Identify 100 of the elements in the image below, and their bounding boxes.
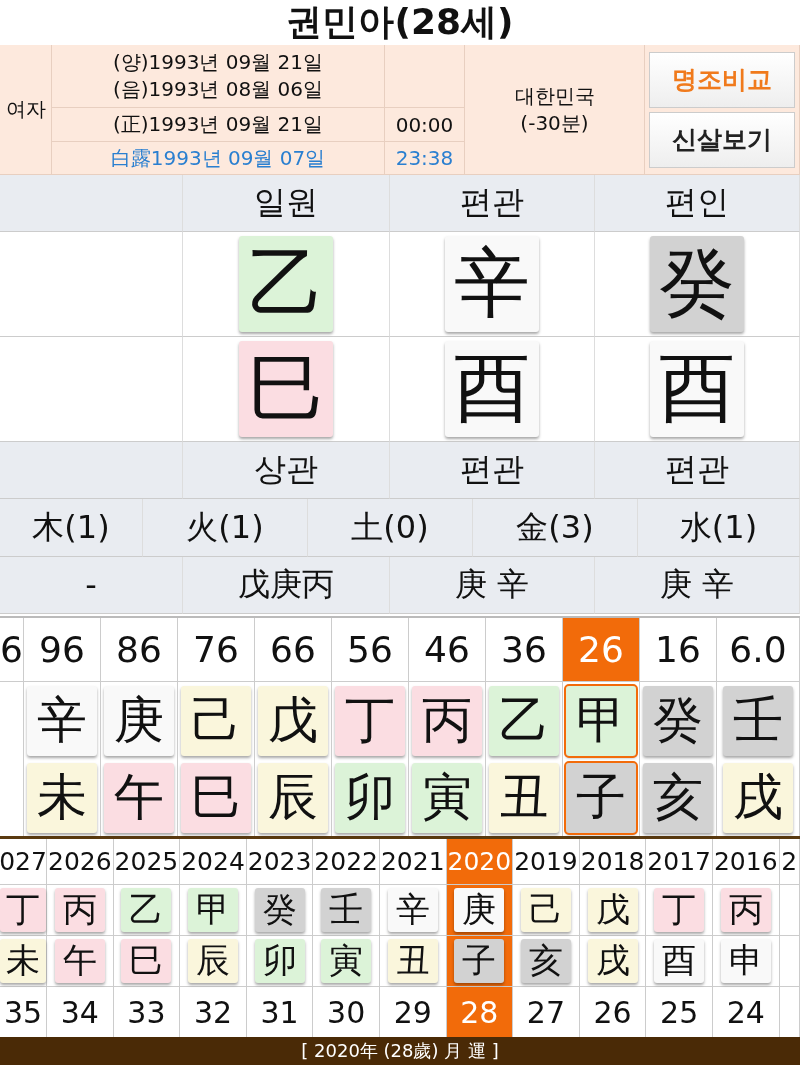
hanja-tile: 子 [454, 939, 505, 983]
year-label[interactable]: 2023 [246, 839, 313, 885]
year-label[interactable]: 2016 [712, 839, 779, 885]
hanja-tile: 申 [720, 939, 771, 983]
element-count: 木(1) [0, 499, 143, 557]
corrected-date: (正)1993년 09월 21일 [52, 108, 385, 142]
hanja-tile: 己 [181, 685, 251, 756]
hanja-tile: 戌 [587, 939, 638, 983]
hidden-stems: 庚 辛 [390, 557, 595, 614]
hanja-tile: 癸 [643, 685, 713, 756]
hanja-tile: 辛 [387, 888, 438, 932]
year-age: 29 [392, 993, 433, 1032]
hanja-tile: 丁 [335, 685, 405, 756]
hanja-tile: 酉 [650, 341, 744, 437]
hanja-tile: 丁 [654, 888, 705, 932]
decade-age[interactable]: 56 [332, 618, 408, 682]
lunar-date: (음)1993년 08월 06일 [112, 76, 324, 103]
year-age: 24 [725, 993, 766, 1032]
hanja-tile: 丙 [720, 888, 771, 932]
hanja-tile: 辰 [188, 939, 238, 983]
element-count: 火(1) [143, 499, 308, 557]
year-label[interactable]: 2 [779, 839, 799, 885]
decade-age[interactable]: 36 [486, 618, 562, 682]
element-count: 土(0) [308, 499, 473, 557]
hanja-tile: 丑 [387, 939, 438, 983]
year-age: 35 [2, 993, 44, 1032]
year-age: 26 [592, 993, 633, 1032]
decade-age[interactable]: 6.0 [717, 618, 799, 682]
hanja-tile: 乙 [239, 236, 333, 332]
month-fortune-bar: [ 2020年 (28歲) 月 運 ] [0, 1037, 800, 1065]
hanja-tile: 酉 [654, 939, 705, 983]
hanja-tile: 丙 [54, 888, 105, 932]
hanja-tile: 乙 [489, 685, 559, 756]
decade-age[interactable]: 66 [255, 618, 331, 682]
hanja-tile: 丑 [489, 762, 559, 833]
year-label[interactable]: 2025 [113, 839, 180, 885]
hanja-tile: 未 [27, 762, 97, 833]
ten-god-label: 편인 [595, 175, 800, 232]
ten-god-label: 상관 [183, 442, 390, 499]
ten-god-label: 편관 [390, 442, 595, 499]
country-text: 대한민국 [514, 82, 595, 110]
hanja-tile: 寅 [321, 939, 372, 983]
hanja-tile: 亥 [643, 762, 713, 833]
hanja-tile: 戌 [723, 762, 793, 833]
decade-age[interactable]: 76 [178, 618, 254, 682]
decade-age[interactable]: 86 [101, 618, 177, 682]
year-age: 30 [326, 993, 367, 1032]
year-age: 33 [126, 993, 167, 1032]
hanja-tile: 甲 [188, 888, 238, 932]
hanja-tile: 卯 [254, 939, 305, 983]
ten-god-label: 편관 [595, 442, 800, 499]
year-label[interactable]: 2017 [646, 839, 712, 885]
hanja-tile: 寅 [412, 762, 482, 833]
hanja-tile: 午 [54, 939, 105, 983]
page-title: 권민아(28세) [285, 0, 515, 44]
hanja-tile: 亥 [520, 939, 571, 983]
hanja-tile: 壬 [723, 685, 793, 756]
hanja-tile: 戊 [258, 685, 328, 756]
hanja-tile: 子 [566, 762, 636, 833]
hanja-tile: 戊 [587, 888, 638, 932]
hanja-tile: 癸 [650, 236, 744, 332]
year-age: 31 [259, 993, 300, 1032]
ten-god-label: 일원 [183, 175, 390, 232]
hidden-stems: 戊庚丙 [183, 557, 390, 614]
year-label[interactable]: 2019 [513, 839, 579, 885]
hanja-tile: 巳 [181, 762, 251, 833]
decade-age[interactable]: 46 [409, 618, 485, 682]
decade-age[interactable]: 6 [0, 618, 23, 682]
hanja-tile: 己 [520, 888, 571, 932]
year-label[interactable]: 2024 [180, 839, 246, 885]
hanja-tile: 未 [0, 939, 46, 983]
year-label[interactable]: 2018 [579, 839, 646, 885]
year-age: 34 [59, 993, 100, 1032]
year-age: 25 [659, 993, 700, 1032]
hanja-tile: 丁 [0, 888, 46, 932]
hanja-tile: 庚 [104, 685, 174, 756]
hanja-tile: 午 [104, 762, 174, 833]
year-age: 27 [525, 993, 567, 1032]
hanja-tile: 丙 [412, 685, 482, 756]
hanja-tile: 壬 [321, 888, 372, 932]
hanja-tile: 辰 [258, 762, 328, 833]
solar-date: (양)1993년 09월 21일 [112, 49, 324, 76]
year-label[interactable]: 2026 [47, 839, 113, 885]
decade-age[interactable]: 96 [24, 618, 100, 682]
decade-age[interactable]: 16 [640, 618, 716, 682]
year-label[interactable]: 027 [0, 839, 46, 885]
year-label[interactable]: 2021 [379, 839, 446, 885]
hanja-tile: 辛 [445, 236, 539, 332]
action-button[interactable]: 신살보기 [649, 111, 795, 168]
element-count: 金(3) [473, 499, 638, 557]
hanja-tile: 辛 [27, 685, 97, 756]
element-count: 水(1) [638, 499, 800, 557]
year-label[interactable]: 2022 [313, 839, 379, 885]
hidden-stems: 庚 辛 [595, 557, 800, 614]
time-offset: (-30분) [520, 109, 589, 137]
hanja-tile: 酉 [445, 341, 539, 437]
hanja-tile: 庚 [454, 888, 505, 932]
year-age: 32 [192, 993, 234, 1032]
hanja-tile: 癸 [254, 888, 305, 932]
hanja-tile: 卯 [335, 762, 405, 833]
